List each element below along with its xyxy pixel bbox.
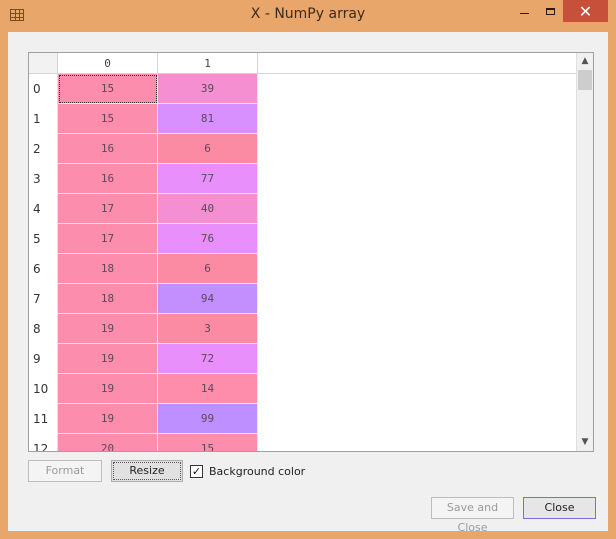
column-header[interactable]: 1 (158, 53, 258, 74)
table-row: 8 19 3 (29, 314, 576, 344)
table-cell[interactable]: 19 (58, 344, 158, 374)
dialog-body: 0 1 0 15 39 1 15 81 2 16 6 3 16 77 4 17 40 5 17 76 6 18 6 7 18… (8, 32, 608, 534)
checkmark-icon: ✓ (191, 464, 202, 478)
save-and-close-button[interactable]: Save and Close (431, 497, 514, 534)
table-row: 6 18 6 (29, 254, 576, 284)
maximize-button[interactable] (538, 0, 562, 22)
scroll-up-icon[interactable]: ▲ (577, 53, 593, 70)
row-header[interactable]: 1 (29, 104, 58, 134)
table-cell[interactable]: 76 (158, 224, 258, 254)
table-cell[interactable]: 16 (58, 164, 158, 194)
row-header[interactable]: 9 (29, 344, 58, 374)
row-header[interactable]: 2 (29, 134, 58, 164)
minimize-button[interactable] (511, 0, 537, 22)
minimize-icon (519, 13, 529, 14)
row-header[interactable]: 10 (29, 374, 58, 404)
table-cell[interactable]: 15 (58, 74, 158, 104)
table-row: 3 16 77 (29, 164, 576, 194)
table-cell[interactable]: 14 (158, 374, 258, 404)
table-row: 9 19 72 (29, 344, 576, 374)
table-row: 12 20 15 (29, 434, 576, 451)
table-corner[interactable] (29, 53, 58, 74)
table-cell[interactable]: 15 (158, 434, 258, 451)
table-cell[interactable]: 72 (158, 344, 258, 374)
table-row: 4 17 40 (29, 194, 576, 224)
table-cell[interactable]: 40 (158, 194, 258, 224)
resize-button[interactable]: Resize (111, 460, 183, 482)
row-header[interactable]: 3 (29, 164, 58, 194)
row-header[interactable]: 5 (29, 224, 58, 254)
row-header[interactable]: 12 (29, 434, 58, 451)
table-row: 10 19 14 (29, 374, 576, 404)
scroll-down-icon[interactable]: ▼ (577, 434, 593, 451)
close-window-button[interactable]: ✕ (563, 0, 608, 22)
maximize-icon (545, 7, 555, 15)
row-header[interactable]: 11 (29, 404, 58, 434)
table-cell[interactable]: 77 (158, 164, 258, 194)
row-header[interactable]: 0 (29, 74, 58, 104)
background-color-toggle[interactable]: ✓ Background color (190, 463, 305, 479)
table-cell[interactable]: 6 (158, 254, 258, 284)
table-row: 0 15 39 (29, 74, 576, 104)
table-row: 7 18 94 (29, 284, 576, 314)
close-button[interactable]: Close (523, 497, 596, 519)
table-row: 2 16 6 (29, 134, 576, 164)
table-cell[interactable]: 17 (58, 194, 158, 224)
background-color-checkbox[interactable]: ✓ (190, 464, 203, 478)
table-cell[interactable]: 99 (158, 404, 258, 434)
header-filler (258, 53, 576, 74)
row-header[interactable]: 6 (29, 254, 58, 284)
table-row: 11 19 99 (29, 404, 576, 434)
table-cell[interactable]: 16 (58, 134, 158, 164)
table-cell[interactable]: 18 (58, 284, 158, 314)
table-cell[interactable]: 81 (158, 104, 258, 134)
row-header[interactable]: 4 (29, 194, 58, 224)
background-color-label: Background color (209, 464, 306, 478)
title-bar[interactable]: X - NumPy array ✕ (0, 0, 616, 32)
table-cell[interactable]: 6 (158, 134, 258, 164)
table-cell[interactable]: 94 (158, 284, 258, 314)
table-cell[interactable]: 15 (58, 104, 158, 134)
table-row: 1 15 81 (29, 104, 576, 134)
table-cell[interactable]: 19 (58, 404, 158, 434)
close-icon: ✕ (578, 1, 593, 21)
table-row: 5 17 76 (29, 224, 576, 254)
table-cell[interactable]: 18 (58, 254, 158, 284)
table-cell[interactable]: 20 (58, 434, 158, 451)
window: X - NumPy array ✕ 0 1 0 15 39 1 15 81 2 16 6 3 16 7… (0, 0, 616, 539)
table-cell[interactable]: 19 (58, 374, 158, 404)
row-header[interactable]: 7 (29, 284, 58, 314)
table-cell[interactable]: 19 (58, 314, 158, 344)
array-table[interactable]: 0 1 0 15 39 1 15 81 2 16 6 3 16 77 4 17 40 5 17 76 6 18 6 7 18… (28, 52, 594, 452)
table-cell[interactable]: 39 (158, 74, 258, 104)
vertical-scrollbar[interactable]: ▲ ▼ (576, 53, 593, 451)
table-cell[interactable]: 3 (158, 314, 258, 344)
column-header[interactable]: 0 (58, 53, 158, 74)
row-header[interactable]: 8 (29, 314, 58, 344)
scrollbar-thumb[interactable] (578, 70, 592, 90)
table-cell[interactable]: 17 (58, 224, 158, 254)
format-button[interactable]: Format (28, 460, 102, 482)
